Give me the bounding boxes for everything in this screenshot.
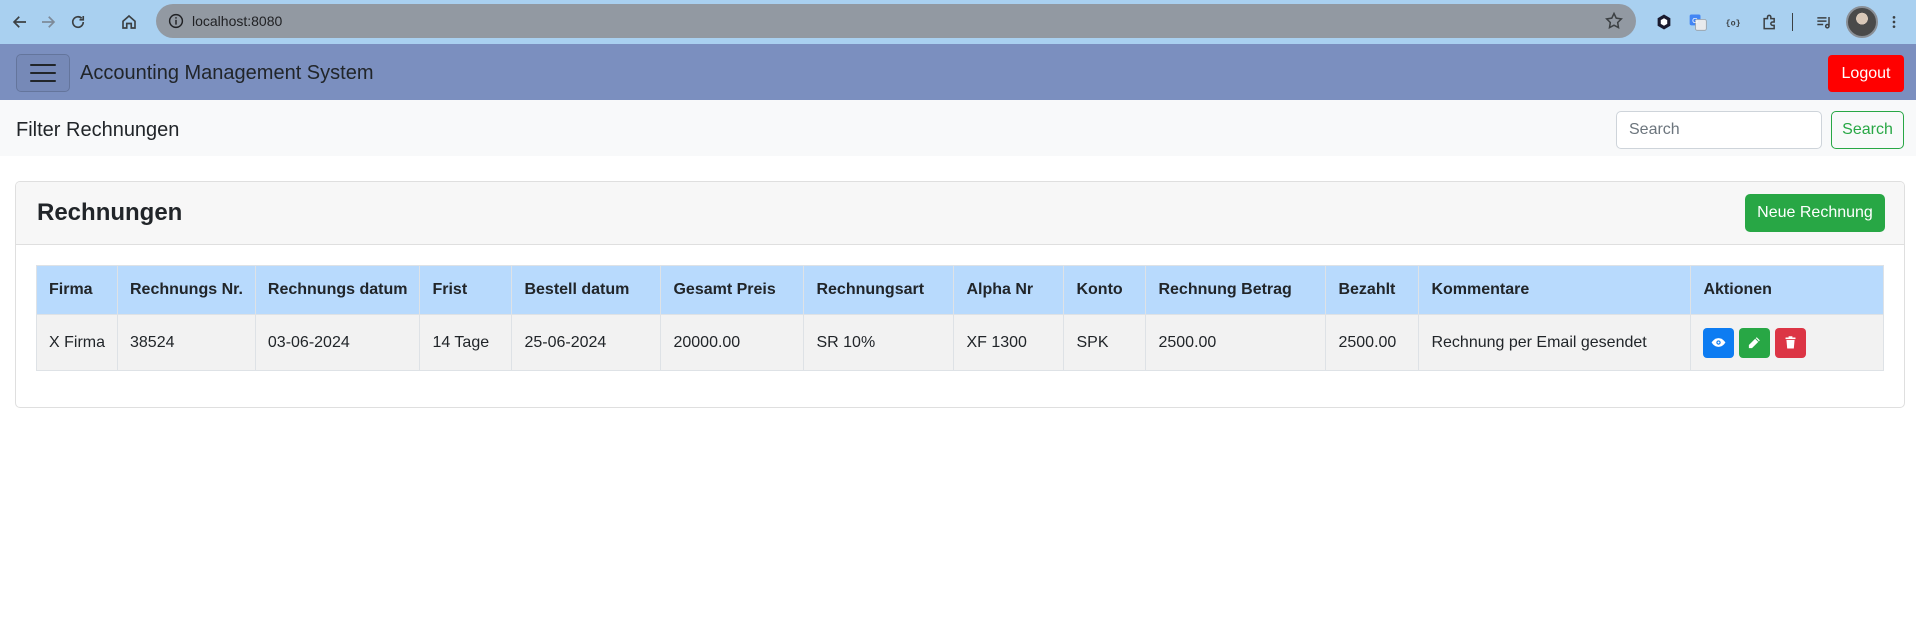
cell-bestell-datum: 25-06-2024 — [511, 314, 662, 371]
svg-text:{o}: {o} — [1726, 18, 1741, 28]
eye-icon — [1712, 338, 1726, 347]
col-header: Firma — [36, 265, 118, 315]
json-viewer-icon[interactable]: {o} — [1722, 10, 1746, 34]
col-header: Rechnung Betrag — [1145, 265, 1327, 315]
cell-aktionen — [1690, 314, 1884, 371]
view-button[interactable] — [1703, 327, 1735, 358]
cell-kommentare: Rechnung per Email gesendet — [1418, 314, 1692, 371]
col-header: Bestell datum — [511, 265, 662, 315]
extension-hexagon-icon[interactable] — [1652, 10, 1676, 34]
profile-avatar[interactable] — [1846, 6, 1878, 38]
col-header: Rechnungsart — [803, 265, 955, 315]
col-header: Konto — [1063, 265, 1147, 315]
col-header: Alpha Nr — [953, 265, 1065, 315]
toolbar-divider — [1790, 10, 1794, 34]
col-header: Gesamt Preis — [660, 265, 805, 315]
cell-rechnungs-datum: 03-06-2024 — [254, 314, 421, 371]
search-input[interactable] — [1616, 111, 1822, 149]
invoices-card: Rechnungen Neue Rechnung Firma Rechnungs… — [15, 181, 1905, 408]
forward-arrow-icon[interactable] — [34, 8, 62, 36]
new-invoice-button[interactable]: Neue Rechnung — [1745, 194, 1885, 232]
address-url[interactable]: localhost:8080 — [192, 4, 282, 38]
col-header: Frist — [419, 265, 513, 315]
hamburger-icon — [30, 64, 56, 66]
address-bar[interactable]: localhost:8080 — [156, 4, 1636, 38]
app-brand[interactable]: Accounting Management System — [80, 44, 374, 102]
cell-frist: 14 Tage — [419, 314, 513, 371]
extensions-puzzle-icon[interactable] — [1758, 10, 1782, 34]
col-header: Rechnungs Nr. — [117, 265, 256, 315]
app-navbar: Accounting Management System Logout — [0, 44, 1916, 100]
invoices-table: Firma Rechnungs Nr. Rechnungs datum Fris… — [36, 265, 1884, 371]
back-arrow-icon[interactable] — [6, 8, 34, 36]
edit-button[interactable] — [1739, 327, 1771, 358]
hamburger-line — [30, 72, 56, 74]
hamburger-line — [30, 80, 56, 82]
pencil-icon — [1749, 337, 1761, 349]
cell-gesamt-preis: 20000.00 — [660, 314, 805, 371]
cell-bezahlt: 2500.00 — [1325, 314, 1420, 371]
bookmark-star-icon[interactable] — [1604, 11, 1624, 31]
filter-title: Filter Rechnungen — [16, 119, 180, 141]
site-info-icon[interactable] — [166, 11, 186, 31]
browser-toolbar: localhost:8080 G {o} — [0, 0, 1916, 44]
cell-alpha-nr: XF 1300 — [953, 314, 1065, 371]
col-header: Rechnungs datum — [254, 265, 421, 315]
translate-icon[interactable]: G — [1686, 10, 1710, 34]
col-header: Bezahlt — [1325, 265, 1420, 315]
kebab-menu-icon[interactable] — [1886, 10, 1902, 34]
cell-rechnungsart: SR 10% — [803, 314, 955, 371]
table-row: X Firma 38524 03-06-2024 14 Tage 25-06-2… — [36, 314, 1884, 371]
card-title: Rechnungen — [37, 199, 183, 226]
table-header-row: Firma Rechnungs Nr. Rechnungs datum Fris… — [36, 265, 1884, 315]
cell-konto: SPK — [1063, 314, 1147, 371]
logout-button[interactable]: Logout — [1828, 55, 1904, 92]
cell-rechnungs-nr: 38524 — [117, 314, 256, 371]
home-icon[interactable] — [115, 8, 143, 36]
menu-toggle-button[interactable] — [16, 54, 70, 92]
reload-icon[interactable] — [64, 8, 92, 36]
search-button[interactable]: Search — [1831, 111, 1904, 149]
cell-firma: X Firma — [36, 314, 118, 371]
col-header: Kommentare — [1418, 265, 1692, 315]
delete-button[interactable] — [1775, 327, 1807, 358]
card-header: Rechnungen Neue Rechnung — [16, 182, 1904, 245]
cell-rechnung-betrag: 2500.00 — [1145, 314, 1327, 371]
row-actions — [1703, 327, 1871, 358]
trash-icon — [1785, 336, 1796, 349]
col-header: Aktionen — [1690, 265, 1884, 315]
media-controls-icon[interactable] — [1812, 10, 1836, 34]
svg-text:G: G — [1692, 16, 1698, 25]
